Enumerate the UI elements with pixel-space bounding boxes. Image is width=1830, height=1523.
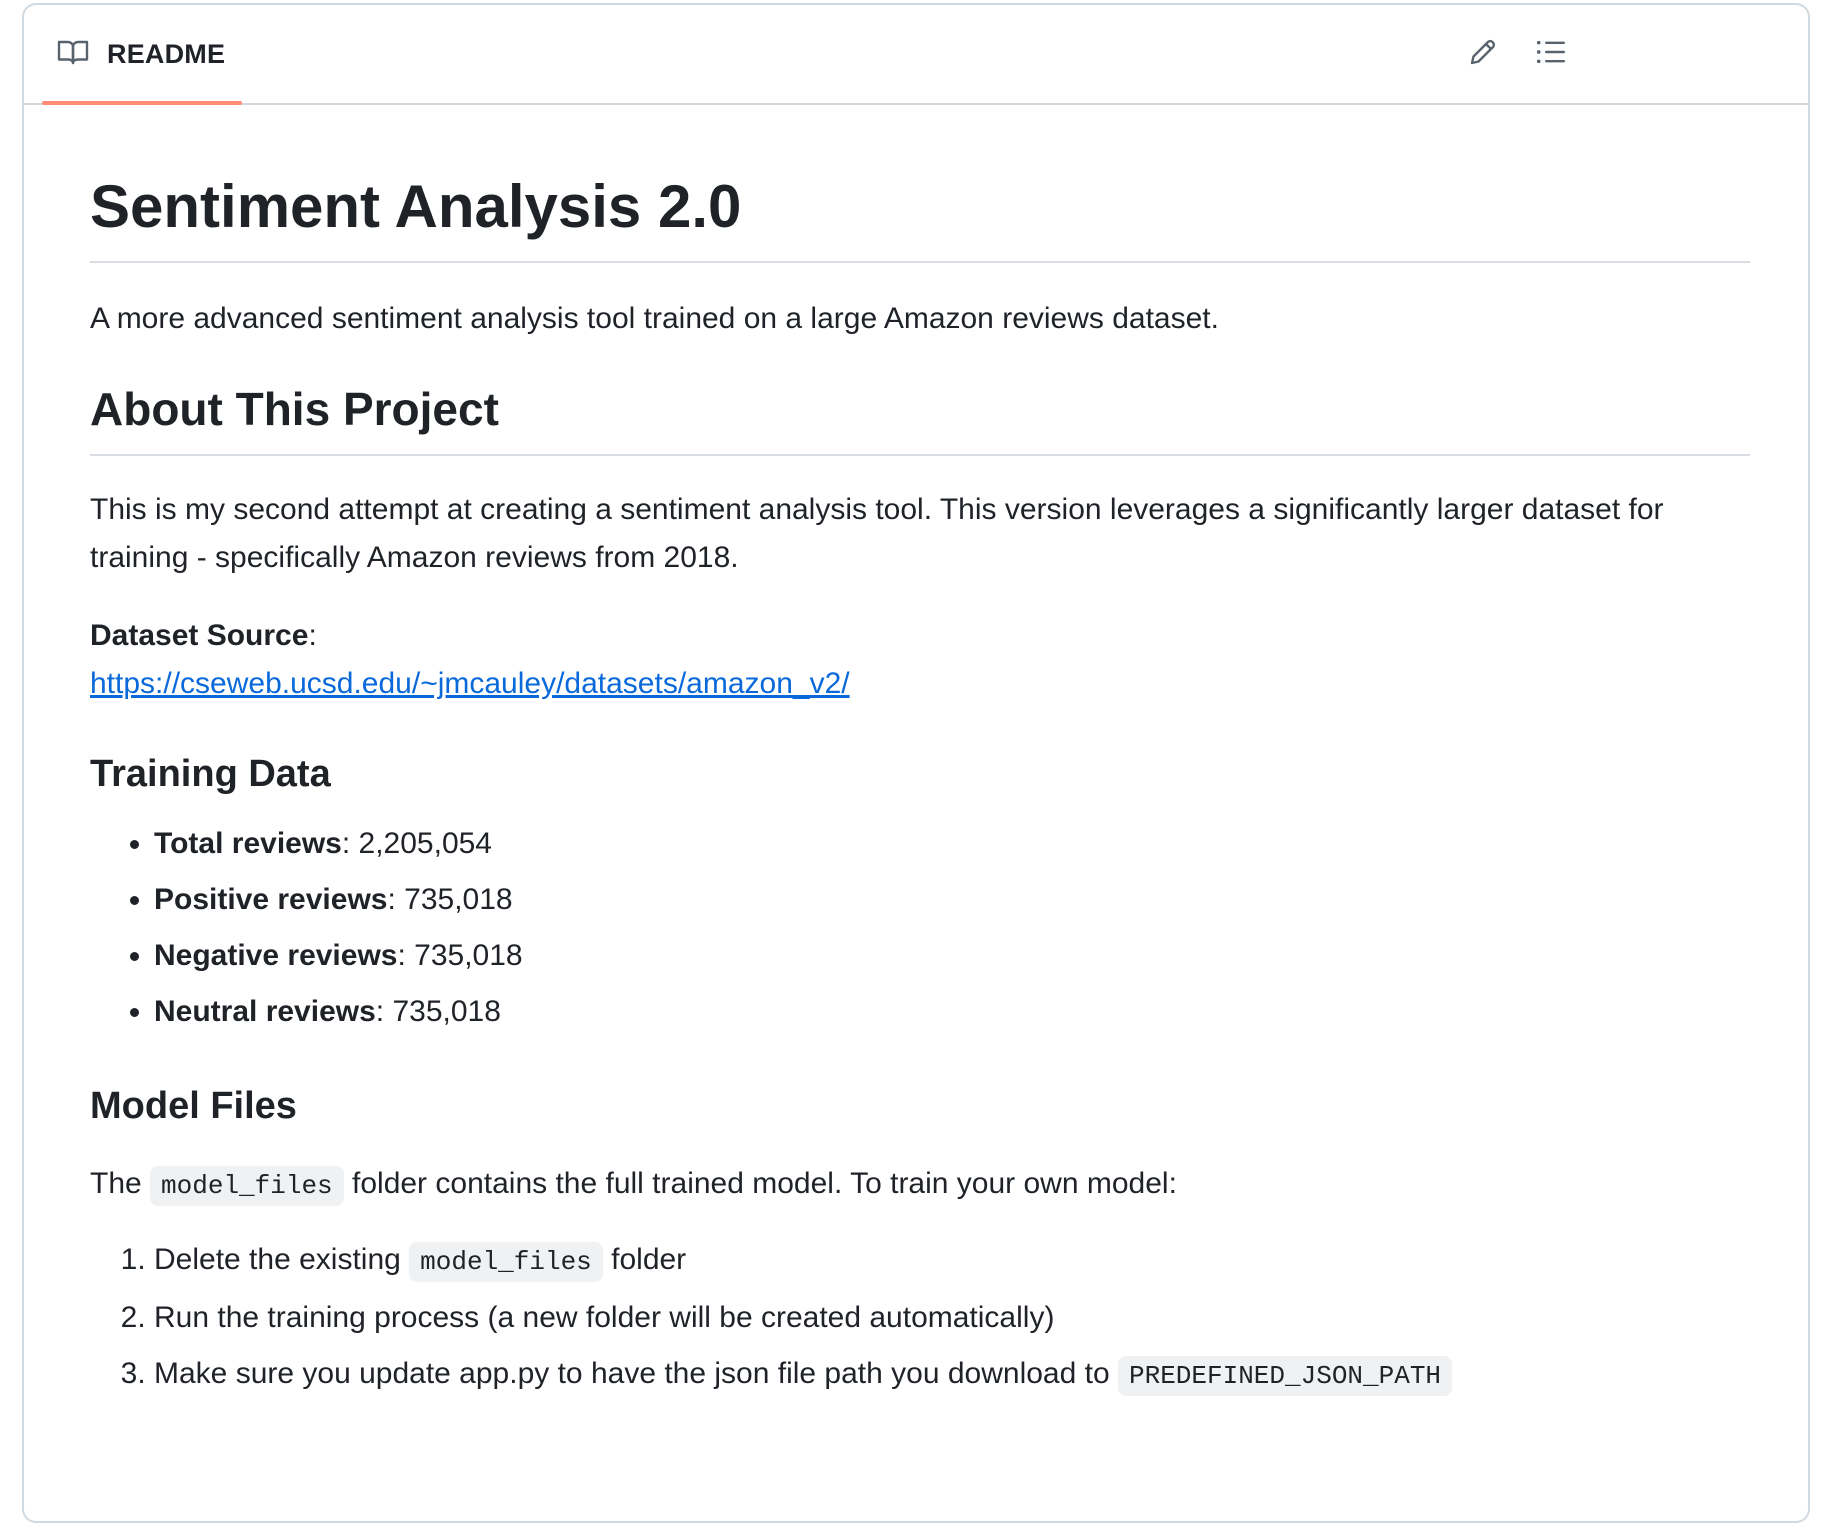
step-text-after: folder (602, 1243, 687, 1276)
list-icon (1536, 39, 1566, 70)
readme-card: README Sentiment Analysis 2.0 A more adv… (22, 3, 1810, 1523)
step-text: Run the training process (a new folder w… (154, 1301, 1055, 1334)
inline-code: PREDEFINED_JSON_PATH (1117, 1356, 1453, 1396)
training-heading: Training Data (90, 753, 331, 795)
list-item: Positive reviews: 735,018 (154, 872, 1750, 928)
model-intro-before: The (90, 1167, 151, 1200)
readme-content: Sentiment Analysis 2.0 A more advanced s… (90, 103, 1750, 1404)
list-item-label: Total reviews (154, 827, 342, 860)
tab-readme-label: README (107, 38, 226, 69)
dataset-source-link[interactable]: https://cseweb.ucsd.edu/~jmcauley/datase… (90, 660, 850, 708)
list-item-value: : 2,205,054 (341, 827, 492, 860)
list-item-value: : 735,018 (387, 883, 513, 916)
step-text: Make sure you update app.py to have the … (154, 1357, 1118, 1390)
step-text: Delete the existing (154, 1243, 410, 1276)
list-item: Total reviews: 2,205,054 (154, 816, 1750, 872)
readme-tabbar: README (24, 5, 1808, 105)
tab-readme[interactable]: README (41, 5, 241, 103)
inline-code: model_files (150, 1166, 344, 1206)
model-steps: Delete the existing model_files folder R… (90, 1232, 1750, 1404)
lead-paragraph: A more advanced sentiment analysis tool … (90, 302, 1219, 335)
book-icon (57, 38, 89, 71)
dataset-source-colon: : (308, 619, 317, 652)
outline-button[interactable] (1532, 35, 1570, 73)
list-item-label: Positive reviews (154, 883, 388, 916)
dataset-source-label: Dataset Source (90, 619, 309, 652)
model-intro: The model_files folder contains the full… (90, 1156, 1750, 1214)
list-item: Run the training process (a new folder w… (154, 1290, 1750, 1346)
model-heading: Model Files (90, 1085, 297, 1127)
list-item: Negative reviews: 735,018 (154, 928, 1750, 984)
list-item: Delete the existing model_files folder (154, 1232, 1750, 1290)
dataset-source: Dataset Source: https://cseweb.ucsd.edu/… (90, 612, 1750, 708)
list-item: Make sure you update app.py to have the … (154, 1346, 1750, 1404)
training-list: Total reviews: 2,205,054 Positive review… (90, 816, 1750, 1040)
inline-code: model_files (409, 1242, 603, 1282)
list-item: Neutral reviews: 735,018 (154, 984, 1750, 1040)
list-item-value: : 735,018 (397, 939, 523, 972)
list-item-label: Neutral reviews (154, 995, 376, 1028)
list-item-value: : 735,018 (375, 995, 501, 1028)
about-heading: About This Project (90, 382, 1750, 456)
edit-button[interactable] (1464, 35, 1502, 73)
page-title: Sentiment Analysis 2.0 (90, 103, 1750, 263)
pencil-icon (1468, 37, 1498, 72)
about-paragraph: This is my second attempt at creating a … (90, 493, 1664, 574)
list-item-label: Negative reviews (154, 939, 398, 972)
model-intro-after: folder contains the full trained model. … (343, 1167, 1177, 1200)
